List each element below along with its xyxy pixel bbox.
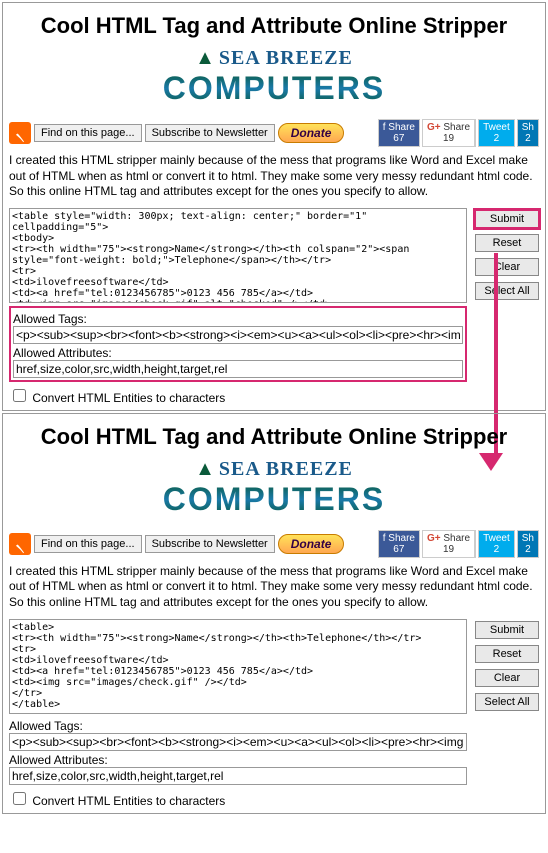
- allowed-attrs-label: Allowed Attributes:: [9, 753, 467, 767]
- page-title: Cool HTML Tag and Attribute Online Strip…: [9, 8, 539, 47]
- convert-checkbox[interactable]: [13, 792, 26, 805]
- convert-label: Convert HTML Entities to characters: [32, 794, 225, 808]
- top-panel: Cool HTML Tag and Attribute Online Strip…: [2, 2, 546, 411]
- toolbar: ৲ Find on this page... Subscribe to News…: [9, 119, 539, 147]
- work-area: Allowed Tags: Allowed Attributes: Conver…: [9, 208, 539, 405]
- bottom-panel: Cool HTML Tag and Attribute Online Strip…: [2, 413, 546, 814]
- rss-icon[interactable]: ৲: [9, 122, 31, 144]
- description: I created this HTML stripper mainly beca…: [9, 153, 539, 200]
- allowed-attrs-input[interactable]: [9, 767, 467, 785]
- allowed-attrs-input[interactable]: [13, 360, 463, 378]
- logo-line2: COMPUTERS: [9, 481, 539, 518]
- submit-button[interactable]: Submit: [475, 621, 539, 639]
- allowed-highlight: Allowed Tags: Allowed Attributes:: [9, 306, 467, 382]
- page-title: Cool HTML Tag and Attribute Online Strip…: [9, 419, 539, 458]
- toolbar: ৲ Find on this page... Subscribe to News…: [9, 530, 539, 558]
- find-button[interactable]: Find on this page...: [34, 535, 142, 553]
- share-googleplus[interactable]: G+ Share19: [422, 530, 476, 558]
- convert-label: Convert HTML Entities to characters: [32, 391, 225, 405]
- convert-row: Convert HTML Entities to characters: [9, 386, 467, 405]
- work-area: Allowed Tags: Allowed Attributes: Conver…: [9, 619, 539, 808]
- selectall-button[interactable]: Select All: [475, 693, 539, 711]
- html-output[interactable]: [9, 619, 467, 714]
- share-googleplus[interactable]: G+ Share19: [422, 119, 476, 147]
- donate-button[interactable]: Donate: [278, 534, 345, 554]
- selectall-button[interactable]: Select All: [475, 282, 539, 300]
- reset-button[interactable]: Reset: [475, 645, 539, 663]
- description: I created this HTML stripper mainly beca…: [9, 564, 539, 611]
- html-input[interactable]: [9, 208, 467, 303]
- allowed-tags-label: Allowed Tags:: [13, 312, 463, 326]
- logo-line1: SEA BREEZE: [9, 47, 539, 70]
- reset-button[interactable]: Reset: [475, 234, 539, 252]
- convert-row: Convert HTML Entities to characters: [9, 789, 467, 808]
- share-facebook[interactable]: f Share67: [378, 530, 420, 558]
- donate-button[interactable]: Donate: [278, 123, 345, 143]
- subscribe-button[interactable]: Subscribe to Newsletter: [145, 535, 275, 553]
- share-twitter[interactable]: Tweet2: [478, 119, 515, 147]
- allowed-tags-input[interactable]: [13, 326, 463, 344]
- submit-button[interactable]: Submit: [475, 210, 539, 228]
- side-buttons: Submit Reset Clear Select All: [475, 208, 539, 405]
- share-bar: f Share67 G+ Share19 Tweet2 Sh2: [378, 530, 539, 558]
- share-bar: f Share67 G+ Share19 Tweet2 Sh2: [378, 119, 539, 147]
- rss-icon[interactable]: ৲: [9, 533, 31, 555]
- share-linkedin[interactable]: Sh2: [517, 119, 539, 147]
- share-facebook[interactable]: f Share67: [378, 119, 420, 147]
- side-buttons: Submit Reset Clear Select All: [475, 619, 539, 808]
- logo: SEA BREEZE COMPUTERS: [9, 458, 539, 518]
- subscribe-button[interactable]: Subscribe to Newsletter: [145, 124, 275, 142]
- clear-button[interactable]: Clear: [475, 258, 539, 276]
- allowed-attrs-label: Allowed Attributes:: [13, 346, 463, 360]
- find-button[interactable]: Find on this page...: [34, 124, 142, 142]
- allowed-tags-input[interactable]: [9, 733, 467, 751]
- allowed-tags-label: Allowed Tags:: [9, 719, 467, 733]
- logo: SEA BREEZE COMPUTERS: [9, 47, 539, 107]
- convert-checkbox[interactable]: [13, 389, 26, 402]
- logo-line1: SEA BREEZE: [9, 458, 539, 481]
- clear-button[interactable]: Clear: [475, 669, 539, 687]
- share-linkedin[interactable]: Sh2: [517, 530, 539, 558]
- logo-line2: COMPUTERS: [9, 70, 539, 107]
- share-twitter[interactable]: Tweet2: [478, 530, 515, 558]
